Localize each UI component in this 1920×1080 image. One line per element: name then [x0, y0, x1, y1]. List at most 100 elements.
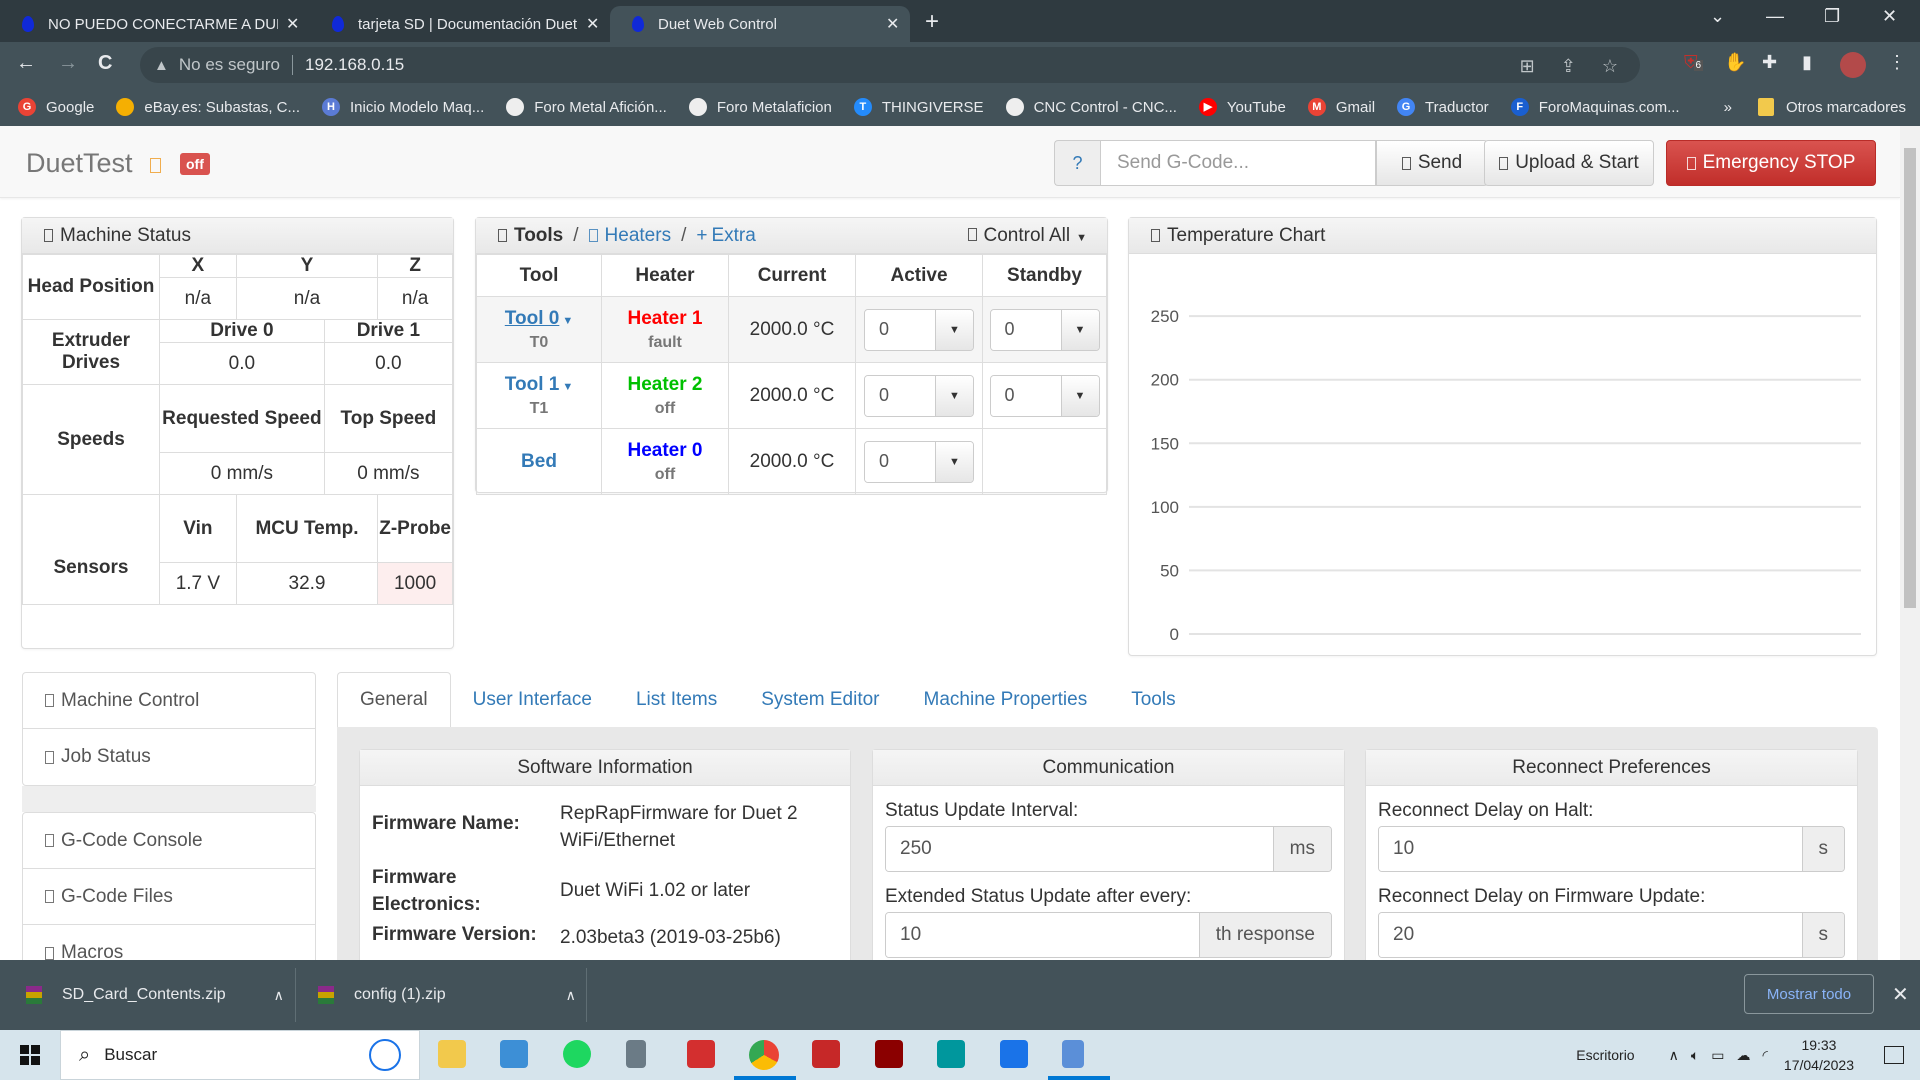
bing-icon[interactable]	[369, 1039, 401, 1071]
close-tab-icon[interactable]: ✕	[586, 14, 599, 34]
tool-name[interactable]: Tool 0	[505, 308, 560, 329]
caret-down-icon[interactable]: ▼	[935, 309, 973, 350]
sidebar-item-gcode-files[interactable]: G-Code Files	[23, 869, 315, 925]
status-interval-input[interactable]: 250	[886, 827, 1273, 871]
ublock-icon[interactable]: ⛨6	[1684, 52, 1704, 73]
side-panel-icon[interactable]: ▮	[1802, 52, 1812, 73]
bookmark-item[interactable]: M Gmail	[1307, 98, 1375, 116]
notifications-icon[interactable]	[1884, 1046, 1904, 1064]
translate-icon[interactable]: ⊞	[1520, 56, 1535, 77]
caret-down-icon[interactable]: ▼	[1060, 375, 1099, 416]
show-all-downloads-button[interactable]: Mostrar todo	[1744, 974, 1874, 1014]
bookmark-item[interactable]: G Traductor	[1397, 98, 1489, 116]
standby-temp-select[interactable]: 0 ▼	[989, 308, 1100, 351]
sidebar-item-machine-control[interactable]: Machine Control	[23, 673, 315, 729]
active-temp-value[interactable]: 0	[865, 441, 935, 482]
show-hidden-icons[interactable]: ∧	[1669, 1047, 1679, 1064]
spotify-icon[interactable]	[563, 1040, 591, 1068]
halt-delay-input[interactable]: 10	[1379, 827, 1802, 871]
new-tab-button[interactable]: +	[925, 8, 939, 36]
caret-down-icon[interactable]: ▼	[1060, 309, 1099, 350]
extra-tab[interactable]: Extra	[711, 225, 755, 247]
close-downloads-icon[interactable]: ✕	[1892, 982, 1909, 1007]
other-bookmarks[interactable]: Otros marcadores	[1786, 99, 1906, 116]
close-tab-icon[interactable]: ✕	[886, 14, 899, 34]
adblock-icon[interactable]: ✋	[1724, 52, 1746, 73]
scrollbar-thumb[interactable]	[1904, 148, 1916, 608]
app-c-icon[interactable]	[1000, 1040, 1028, 1068]
firmware-delay-input[interactable]: 20	[1379, 913, 1802, 957]
restore-button[interactable]: ❐	[1824, 6, 1840, 27]
control-panel-icon[interactable]	[500, 1040, 528, 1068]
warning-icon[interactable]: ▲	[154, 57, 169, 74]
share-icon[interactable]: ⇪	[1561, 56, 1576, 77]
clock[interactable]: 19:33 17/04/2023	[1784, 1035, 1854, 1075]
control-all-dropdown[interactable]: Control All ▼	[967, 225, 1087, 247]
screen-recorder-icon[interactable]	[687, 1040, 715, 1068]
wifi-icon[interactable]: ◜	[1763, 1047, 1768, 1064]
download-filename[interactable]: SD_Card_Contents.zip	[62, 986, 226, 1004]
extended-status-input[interactable]: 10	[886, 913, 1199, 957]
sidebar-item-gcode-console[interactable]: G-Code Console	[23, 813, 315, 869]
upload-start-button[interactable]: Upload & Start	[1484, 140, 1654, 186]
chrome-icon[interactable]	[749, 1040, 779, 1070]
standby-temp-value[interactable]: 0	[990, 309, 1061, 350]
heater-name[interactable]: Heater 1	[602, 308, 728, 330]
tool-0-link[interactable]: Tool 0 ▼	[477, 308, 601, 330]
arduino-icon[interactable]	[937, 1040, 965, 1068]
network-computer-icon[interactable]	[1062, 1040, 1084, 1068]
gcode-input[interactable]: Send G-Code...	[1100, 140, 1376, 186]
bookmark-item[interactable]: CNC Control - CNC...	[1005, 98, 1177, 116]
bed-link[interactable]: Bed	[521, 451, 557, 472]
active-temp-select[interactable]: 0 ▼	[864, 440, 974, 483]
standby-temp-value[interactable]: 0	[990, 375, 1061, 416]
bookmark-item[interactable]: eBay.es: Subastas, C...	[116, 98, 300, 116]
close-tab-icon[interactable]: ✕	[286, 14, 299, 34]
bookmark-item[interactable]: ▶ YouTube	[1198, 98, 1286, 116]
file-explorer-icon[interactable]	[438, 1040, 466, 1068]
back-button[interactable]: ←	[16, 52, 36, 75]
sidebar-item-macros[interactable]: Macros	[23, 925, 315, 960]
desktop-toolbar-label[interactable]: Escritorio	[1576, 1047, 1634, 1063]
bookmark-item[interactable]: Foro Metalaficion	[688, 98, 832, 116]
bookmark-item[interactable]: H Inicio Modelo Maq...	[322, 98, 484, 116]
onedrive-icon[interactable]: ☁︎	[1737, 1047, 1751, 1064]
active-temp-value[interactable]: 0	[865, 309, 935, 350]
gcode-help-button[interactable]: ?	[1054, 140, 1100, 186]
bookmark-item[interactable]: Foro Metal Afición...	[506, 98, 667, 116]
active-temp-select[interactable]: 0 ▼	[864, 308, 974, 351]
calculator-icon[interactable]	[626, 1040, 646, 1068]
sidebar-item-job-status[interactable]: Job Status	[23, 729, 315, 785]
tab-user-interface[interactable]: User Interface	[451, 672, 614, 728]
standby-temp-select[interactable]: 0 ▼	[989, 374, 1100, 417]
caret-down-icon[interactable]: ▼	[935, 441, 973, 482]
connection-icon[interactable]	[150, 158, 161, 173]
close-window-button[interactable]: ✕	[1882, 6, 1897, 27]
security-label[interactable]: No es seguro	[179, 55, 280, 75]
battery-icon[interactable]: ▭	[1711, 1047, 1724, 1064]
tab-tools[interactable]: Tools	[1109, 672, 1197, 728]
tab-general[interactable]: General	[337, 672, 451, 728]
menu-kebab-icon[interactable]: ⋮	[1888, 52, 1906, 73]
more-bookmarks-icon[interactable]: »	[1724, 99, 1732, 116]
tab-search-icon[interactable]: ⌄	[1710, 6, 1725, 27]
download-item[interactable]: SD_Card_Contents.zip ∧	[26, 960, 284, 1030]
active-temp-select[interactable]: 0 ▼	[864, 374, 974, 417]
solidworks-icon[interactable]	[812, 1040, 840, 1068]
heater-name[interactable]: Heater 0	[602, 440, 728, 462]
chevron-up-icon[interactable]: ∧	[274, 987, 284, 1004]
minimize-button[interactable]: —	[1766, 6, 1784, 27]
profile-avatar[interactable]	[1840, 52, 1866, 78]
bookmark-item[interactable]: G Google	[18, 98, 94, 116]
tab-system-editor[interactable]: System Editor	[739, 672, 901, 728]
emergency-stop-button[interactable]: Emergency STOP	[1666, 140, 1876, 186]
taskbar-search[interactable]: ⌕ Buscar	[60, 1030, 420, 1080]
windows-start-icon[interactable]	[20, 1045, 40, 1065]
volume-icon[interactable]: 🔈︎	[1691, 1047, 1699, 1064]
star-icon[interactable]: ☆	[1602, 56, 1618, 77]
chevron-up-icon[interactable]: ∧	[566, 987, 576, 1004]
extensions-puzzle-icon[interactable]: ✚	[1762, 52, 1777, 73]
page-scrollbar[interactable]	[1900, 126, 1920, 960]
tab-machine-properties[interactable]: Machine Properties	[902, 672, 1110, 728]
tool-name[interactable]: Tool 1	[505, 374, 560, 395]
